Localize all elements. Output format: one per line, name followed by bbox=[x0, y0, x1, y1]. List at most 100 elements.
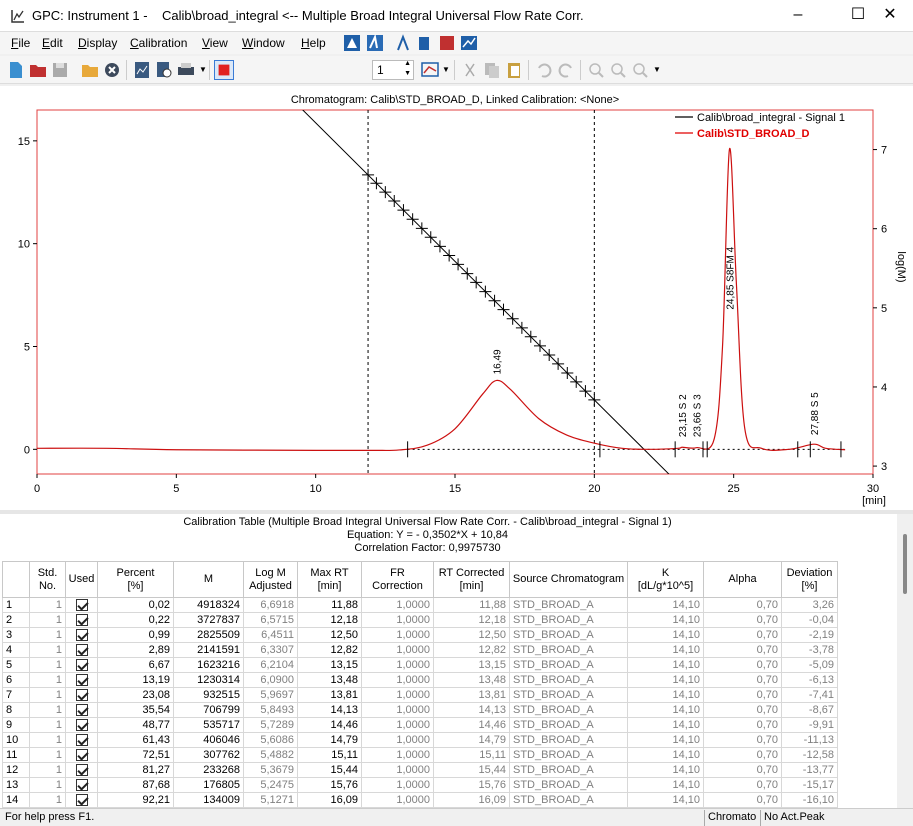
cell-deviation[interactable]: -8,67 bbox=[781, 702, 838, 718]
undo-icon[interactable] bbox=[534, 60, 554, 80]
scrollbar-thumb[interactable] bbox=[903, 534, 907, 594]
column-header[interactable]: Source Chromatogram bbox=[509, 561, 628, 598]
row-header[interactable]: 14 bbox=[2, 792, 30, 808]
cell-rt-corrected[interactable]: 14,79 bbox=[433, 732, 510, 748]
cell-alpha[interactable]: 0,70 bbox=[703, 687, 782, 703]
cell-source[interactable]: STD_BROAD_A bbox=[509, 642, 628, 658]
cell-alpha[interactable]: 0,70 bbox=[703, 717, 782, 733]
menu-file[interactable]: File bbox=[11, 36, 30, 50]
cell-alpha[interactable]: 0,70 bbox=[703, 777, 782, 793]
cell-deviation[interactable]: -2,19 bbox=[781, 627, 838, 643]
cell-max-rt[interactable]: 13,48 bbox=[297, 672, 362, 688]
cell-percent[interactable]: 87,68 bbox=[97, 777, 174, 793]
cell-k[interactable]: 14,10 bbox=[627, 717, 704, 733]
cell-fr-correction[interactable]: 1,0000 bbox=[361, 747, 434, 763]
used-checkbox[interactable] bbox=[75, 718, 88, 731]
cell-deviation[interactable]: -16,10 bbox=[781, 792, 838, 808]
used-checkbox[interactable] bbox=[75, 688, 88, 701]
menu-help[interactable]: Help bbox=[301, 36, 326, 50]
zoom-out-icon[interactable] bbox=[608, 60, 628, 80]
cell-std-no[interactable]: 1 bbox=[29, 687, 66, 703]
table-row[interactable]: 12 1 81,27 233268 5,3679 15,44 1,0000 15,44 STD_… bbox=[2, 762, 838, 778]
column-header[interactable]: K [dL/g*10^5] bbox=[627, 561, 704, 598]
chromatogram-chart[interactable]: Chromatogram: Calib\STD_BROAD_D, Linked … bbox=[0, 86, 913, 510]
cell-used[interactable] bbox=[65, 657, 98, 673]
row-header[interactable]: 4 bbox=[2, 642, 30, 658]
cell-deviation[interactable]: -9,91 bbox=[781, 717, 838, 733]
cell-rt-corrected[interactable]: 16,09 bbox=[433, 792, 510, 808]
cell-alpha[interactable]: 0,70 bbox=[703, 747, 782, 763]
cell-logm[interactable]: 5,4882 bbox=[243, 747, 298, 763]
cell-logm[interactable]: 5,6086 bbox=[243, 732, 298, 748]
cell-k[interactable]: 14,10 bbox=[627, 672, 704, 688]
cell-m[interactable]: 1623216 bbox=[173, 657, 244, 673]
paste-icon[interactable] bbox=[504, 60, 524, 80]
cell-max-rt[interactable]: 13,15 bbox=[297, 657, 362, 673]
cell-used[interactable] bbox=[65, 612, 98, 628]
cell-max-rt[interactable]: 14,79 bbox=[297, 732, 362, 748]
cell-source[interactable]: STD_BROAD_A bbox=[509, 762, 628, 778]
cell-max-rt[interactable]: 14,13 bbox=[297, 702, 362, 718]
cell-source[interactable]: STD_BROAD_A bbox=[509, 732, 628, 748]
cell-deviation[interactable]: -13,77 bbox=[781, 762, 838, 778]
cell-fr-correction[interactable]: 1,0000 bbox=[361, 702, 434, 718]
row-header[interactable]: 7 bbox=[2, 687, 30, 703]
copy-icon[interactable] bbox=[482, 60, 502, 80]
cell-percent[interactable]: 81,27 bbox=[97, 762, 174, 778]
cell-max-rt[interactable]: 16,09 bbox=[297, 792, 362, 808]
cell-std-no[interactable]: 1 bbox=[29, 732, 66, 748]
cell-k[interactable]: 14,10 bbox=[627, 687, 704, 703]
cell-deviation[interactable]: -15,17 bbox=[781, 777, 838, 793]
menu-calibration[interactable]: Calibration bbox=[130, 36, 187, 50]
row-header[interactable]: 11 bbox=[2, 747, 30, 763]
table-row[interactable]: 4 1 2,89 2141591 6,3307 12,82 1,0000 12,82 STD_B… bbox=[2, 642, 838, 658]
cell-used[interactable] bbox=[65, 717, 98, 733]
table-row[interactable]: 5 1 6,67 1623216 6,2104 13,15 1,0000 13,15 STD_B… bbox=[2, 657, 838, 673]
zoom-dropdown-icon[interactable]: ▼ bbox=[653, 65, 661, 74]
cell-rt-corrected[interactable]: 13,15 bbox=[433, 657, 510, 673]
cell-k[interactable]: 14,10 bbox=[627, 747, 704, 763]
cell-source[interactable]: STD_BROAD_A bbox=[509, 657, 628, 673]
table-row[interactable]: 9 1 48,77 535717 5,7289 14,46 1,0000 14,46 STD_B… bbox=[2, 717, 838, 733]
cell-deviation[interactable]: -3,78 bbox=[781, 642, 838, 658]
cell-std-no[interactable]: 1 bbox=[29, 642, 66, 658]
cell-logm[interactable]: 6,0900 bbox=[243, 672, 298, 688]
used-checkbox[interactable] bbox=[75, 628, 88, 641]
column-header[interactable]: M bbox=[173, 561, 244, 598]
cell-deviation[interactable]: -0,04 bbox=[781, 612, 838, 628]
cell-alpha[interactable]: 0,70 bbox=[703, 792, 782, 808]
used-checkbox[interactable] bbox=[75, 703, 88, 716]
column-header[interactable]: Used bbox=[65, 561, 98, 598]
cell-rt-corrected[interactable]: 14,46 bbox=[433, 717, 510, 733]
chart-view-dropdown-icon[interactable]: ▼ bbox=[442, 65, 450, 74]
cell-m[interactable]: 2141591 bbox=[173, 642, 244, 658]
cell-fr-correction[interactable]: 1,0000 bbox=[361, 732, 434, 748]
menu-view[interactable]: View bbox=[202, 36, 228, 50]
cell-alpha[interactable]: 0,70 bbox=[703, 612, 782, 628]
cell-alpha[interactable]: 0,70 bbox=[703, 627, 782, 643]
cell-deviation[interactable]: -12,58 bbox=[781, 747, 838, 763]
cell-m[interactable]: 2825509 bbox=[173, 627, 244, 643]
cell-logm[interactable]: 5,1271 bbox=[243, 792, 298, 808]
used-checkbox[interactable] bbox=[75, 748, 88, 761]
cell-fr-correction[interactable]: 1,0000 bbox=[361, 777, 434, 793]
cell-fr-correction[interactable]: 1,0000 bbox=[361, 627, 434, 643]
row-header[interactable]: 13 bbox=[2, 777, 30, 793]
cell-fr-correction[interactable]: 1,0000 bbox=[361, 762, 434, 778]
open-icon[interactable] bbox=[28, 60, 48, 80]
row-header[interactable]: 10 bbox=[2, 732, 30, 748]
cell-used[interactable] bbox=[65, 687, 98, 703]
column-header[interactable] bbox=[2, 561, 30, 598]
spin-arrows-icon[interactable]: ▲ ▼ bbox=[404, 59, 411, 79]
cell-source[interactable]: STD_BROAD_A bbox=[509, 792, 628, 808]
close-button[interactable]: ✕ bbox=[867, 0, 913, 31]
print-dropdown-icon[interactable]: ▼ bbox=[199, 65, 207, 74]
cell-rt-corrected[interactable]: 12,82 bbox=[433, 642, 510, 658]
cell-k[interactable]: 14,10 bbox=[627, 612, 704, 628]
cell-m[interactable]: 406046 bbox=[173, 732, 244, 748]
cell-max-rt[interactable]: 12,18 bbox=[297, 612, 362, 628]
menu-quick-icons[interactable] bbox=[343, 34, 483, 52]
cell-m[interactable]: 932515 bbox=[173, 687, 244, 703]
cell-percent[interactable]: 35,54 bbox=[97, 702, 174, 718]
redo-icon[interactable] bbox=[556, 60, 576, 80]
